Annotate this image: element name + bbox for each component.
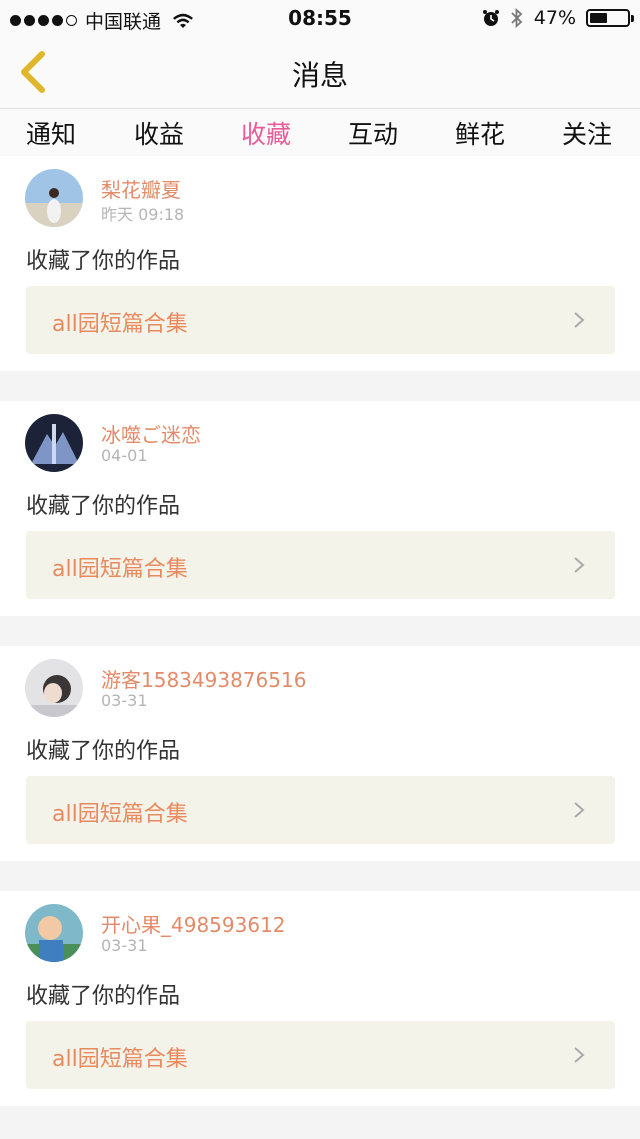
carrier-name: 中国联通 xyxy=(85,11,162,33)
tab-label: 收藏 xyxy=(241,120,292,149)
action-text: 收藏了你的作品 xyxy=(26,249,181,274)
user-name[interactable]: 梨花瓣夏 xyxy=(101,174,181,203)
list-item: 冰噬ご迷恋 04-01 收藏了你的作品 all园短篇合集 xyxy=(0,401,640,616)
tab-label: 关注 xyxy=(562,120,613,149)
action-text: 收藏了你的作品 xyxy=(26,494,181,519)
avatar[interactable] xyxy=(25,169,83,227)
work-link[interactable]: all园短篇合集 xyxy=(26,776,615,844)
user-name[interactable]: 游客1583493876516 xyxy=(101,664,306,693)
battery-percent: 47% xyxy=(533,7,576,29)
tab-notifications[interactable]: 通知 xyxy=(26,115,76,151)
work-link[interactable]: all园短篇合集 xyxy=(26,531,615,599)
list-item: 梨花瓣夏 昨天 09:18 收藏了你的作品 all园短篇合集 xyxy=(0,156,640,371)
timestamp: 昨天 09:18 xyxy=(101,205,185,224)
chevron-right-icon xyxy=(574,1047,585,1063)
status-left: 中国联通 xyxy=(10,7,195,34)
timestamp: 04-01 xyxy=(101,446,148,465)
tab-label: 鲜花 xyxy=(455,120,506,149)
list-item: 游客1583493876516 03-31 收藏了你的作品 all园短篇合集 xyxy=(0,646,640,861)
tab-favorites[interactable]: 收藏 xyxy=(241,115,292,162)
message-list: 梨花瓣夏 昨天 09:18 收藏了你的作品 all园短篇合集 冰噬ご迷恋 04-… xyxy=(0,156,640,1136)
action-text: 收藏了你的作品 xyxy=(26,739,181,764)
battery-icon xyxy=(586,9,634,27)
avatar[interactable] xyxy=(25,904,83,962)
avatar[interactable] xyxy=(25,414,83,472)
tab-bar: 通知 收益 收藏 互动 鲜花 关注 xyxy=(0,109,640,162)
user-name[interactable]: 冰噬ご迷恋 xyxy=(101,419,201,448)
work-title: all园短篇合集 xyxy=(52,557,188,582)
chevron-right-icon xyxy=(574,312,585,328)
bluetooth-icon xyxy=(511,8,523,28)
alarm-icon xyxy=(482,10,499,26)
work-title: all园短篇合集 xyxy=(52,312,188,337)
tab-interactions[interactable]: 互动 xyxy=(348,115,398,151)
chevron-right-icon xyxy=(574,557,585,573)
status-right: 47% xyxy=(482,7,634,29)
list-item: 开心果_498593612 03-31 收藏了你的作品 all园短篇合集 xyxy=(0,891,640,1106)
chevron-left-icon xyxy=(21,51,45,93)
tab-label: 通知 xyxy=(26,120,77,149)
tab-label: 收益 xyxy=(134,120,185,149)
chevron-right-icon xyxy=(574,802,585,818)
tab-label: 互动 xyxy=(348,120,399,149)
avatar[interactable] xyxy=(25,659,83,717)
work-title: all园短篇合集 xyxy=(52,802,188,827)
timestamp: 03-31 xyxy=(101,936,148,955)
action-text: 收藏了你的作品 xyxy=(26,984,181,1009)
page-title: 消息 xyxy=(291,59,348,92)
status-bar: 中国联通 08:55 47% xyxy=(0,0,640,36)
wifi-icon xyxy=(173,13,194,28)
work-link[interactable]: all园短篇合集 xyxy=(26,286,615,354)
battery-fill xyxy=(590,13,607,23)
work-link[interactable]: all园短篇合集 xyxy=(26,1021,615,1089)
back-button[interactable] xyxy=(14,50,54,94)
tab-flowers[interactable]: 鲜花 xyxy=(455,115,505,151)
timestamp: 03-31 xyxy=(101,691,148,710)
signal-strength-icon xyxy=(10,15,77,26)
tab-follows[interactable]: 关注 xyxy=(562,115,612,151)
work-title: all园短篇合集 xyxy=(52,1047,188,1072)
tab-earnings[interactable]: 收益 xyxy=(134,115,184,151)
user-name[interactable]: 开心果_498593612 xyxy=(101,909,286,938)
nav-bar: 消息 xyxy=(0,36,640,109)
